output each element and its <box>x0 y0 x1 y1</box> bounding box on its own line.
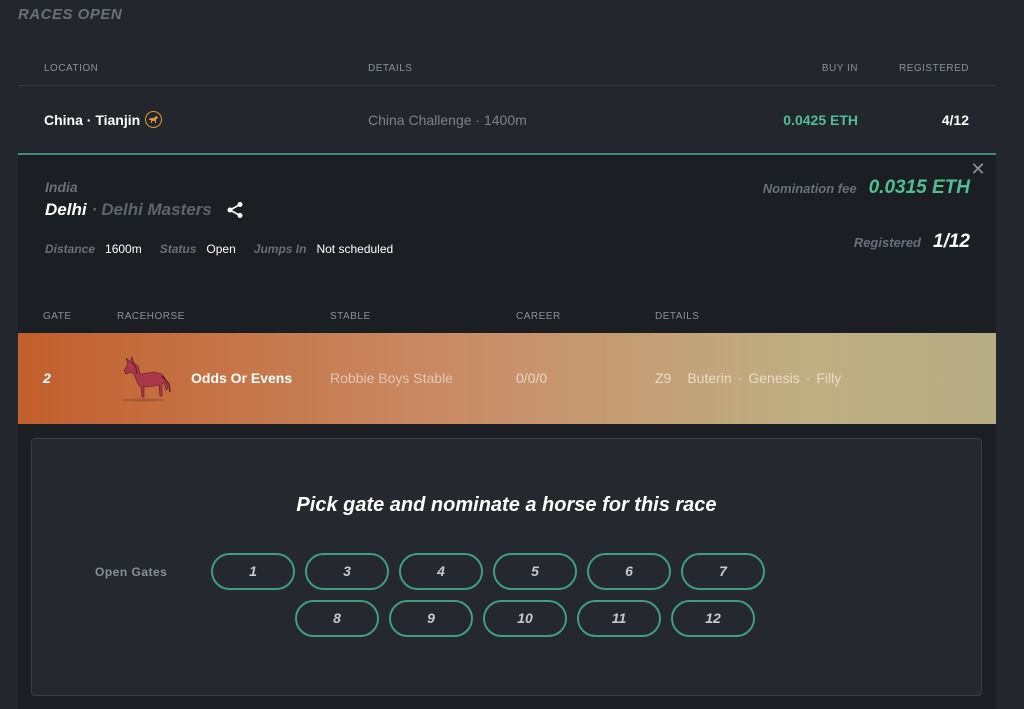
meta-distance-value: 1600m <box>105 242 142 256</box>
header-racehorse: RACEHORSE <box>117 311 185 322</box>
horse-stable: Robbie Boys Stable <box>330 370 453 386</box>
horse-gender: Filly <box>816 370 842 386</box>
title-separator: · <box>91 200 98 219</box>
nomination-fee-label: Nomination fee <box>762 181 857 196</box>
header-registered: REGISTERED <box>898 63 969 74</box>
race-buy-in: 0.0425 ETH <box>783 112 858 128</box>
header-stable: STABLE <box>330 311 371 322</box>
detail-dot: · <box>737 370 743 386</box>
race-name: Delhi Masters <box>101 200 212 219</box>
horse-details: Z9 Buterin · Genesis · Filly <box>655 370 847 386</box>
registered-count: Registered 1/12 <box>854 231 970 253</box>
header-career: CAREER <box>516 311 561 322</box>
gate-button-1[interactable]: 1 <box>211 553 295 590</box>
gate-button-6[interactable]: 6 <box>587 553 671 590</box>
header-gate: GATE <box>43 311 72 322</box>
expanded-race-panel: ✕ India Delhi · Delhi Masters Distance 1… <box>18 153 996 709</box>
gate-button-10[interactable]: 10 <box>483 600 567 637</box>
race-meta: Distance 1600m Status Open Jumps In Not … <box>45 242 411 256</box>
gate-button-7[interactable]: 7 <box>681 553 765 590</box>
header-details: DETAILS <box>368 63 413 74</box>
races-page: RACES OPEN LOCATION DETAILS BUY IN REGIS… <box>0 0 1024 709</box>
section-title: RACES OPEN <box>18 6 123 23</box>
race-location: China · Tianjin <box>44 111 163 128</box>
race-registered: 4/12 <box>941 112 969 128</box>
horse-class-icon <box>145 111 163 128</box>
gate-button-8[interactable]: 8 <box>295 600 379 637</box>
gate-button-9[interactable]: 9 <box>389 600 473 637</box>
horse-bloodline: Buterin <box>687 370 732 386</box>
nominate-panel: Pick gate and nominate a horse for this … <box>31 438 982 696</box>
meta-status-label: Status <box>159 242 197 256</box>
race-city: Delhi <box>45 200 87 219</box>
gate-button-11[interactable]: 11 <box>577 600 661 637</box>
race-details: China Challenge · 1400m <box>368 112 527 128</box>
entry-gate: 2 <box>43 370 51 386</box>
header-entry-details: DETAILS <box>655 311 700 322</box>
gate-button-3[interactable]: 3 <box>305 553 389 590</box>
horse-career: 0/0/0 <box>516 370 548 386</box>
race-location-text: China · Tianjin <box>44 111 141 128</box>
gate-button-12[interactable]: 12 <box>671 600 755 637</box>
header-buy-in: BUY IN <box>821 63 858 74</box>
horse-zone: Z9 <box>655 370 672 386</box>
gate-button-5[interactable]: 5 <box>493 553 577 590</box>
registered-label: Registered <box>853 235 922 250</box>
gate-button-4[interactable]: 4 <box>399 553 483 590</box>
races-table-header: LOCATION DETAILS BUY IN REGISTERED <box>18 52 996 86</box>
nomination-fee-value: 0.0315 ETH <box>868 177 970 198</box>
horse-avatar <box>114 354 172 402</box>
registered-value: 1/12 <box>933 231 970 252</box>
entries-table-header: GATE RACEHORSE STABLE CAREER DETAILS <box>18 307 996 331</box>
nominate-heading: Pick gate and nominate a horse for this … <box>296 494 717 516</box>
race-country: India <box>45 179 78 195</box>
nomination-fee: Nomination fee 0.0315 ETH <box>763 177 970 199</box>
close-icon[interactable]: ✕ <box>970 160 986 178</box>
meta-jumps-value: Not scheduled <box>316 242 394 256</box>
meta-jumps-label: Jumps In <box>253 242 307 256</box>
horse-name[interactable]: Odds Or Evens <box>191 370 292 386</box>
entry-row[interactable]: 2 Odds Or Evens Robbie Boys Stable 0/0/0… <box>18 333 996 424</box>
detail-dot: · <box>805 370 811 386</box>
meta-status-value: Open <box>206 242 236 256</box>
race-row[interactable]: China · Tianjin China Challenge · 1400m … <box>18 87 996 153</box>
header-location: LOCATION <box>44 63 99 74</box>
meta-distance-label: Distance <box>45 242 96 256</box>
horse-breed: Genesis <box>748 370 800 386</box>
race-title: Delhi · Delhi Masters <box>45 200 244 220</box>
open-gates-label: Open Gates <box>95 565 168 579</box>
share-icon[interactable] <box>226 201 244 219</box>
